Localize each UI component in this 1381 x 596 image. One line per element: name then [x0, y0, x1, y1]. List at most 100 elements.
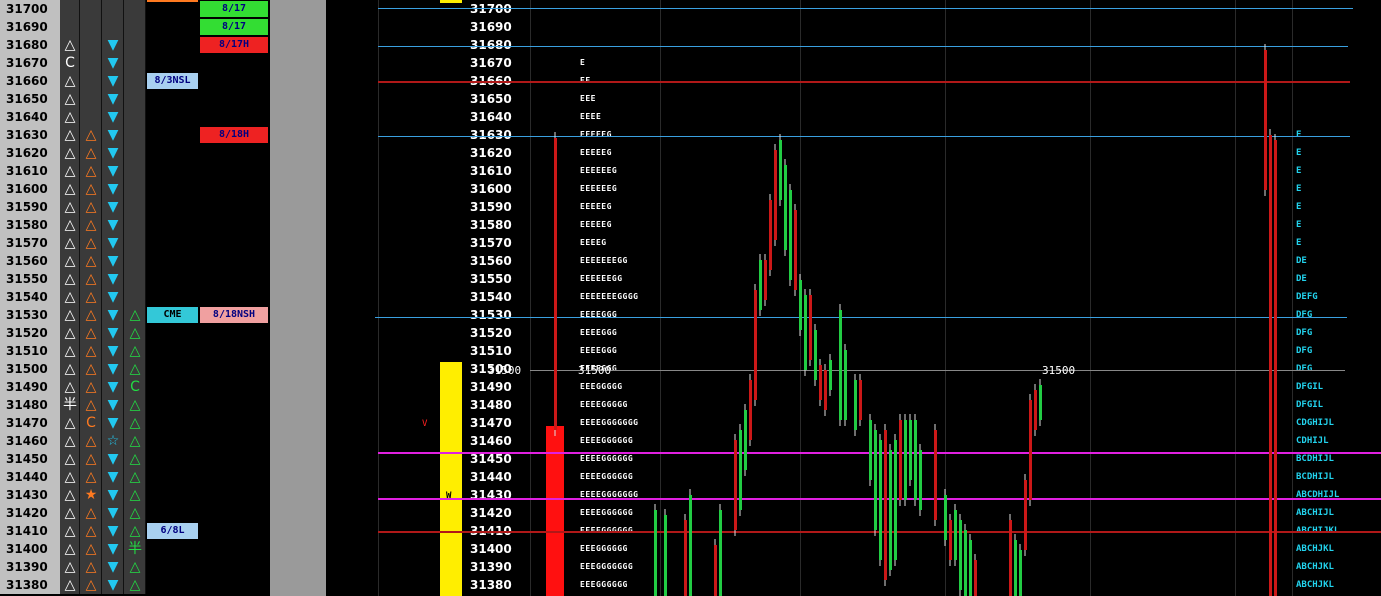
tpo-letters-right: DFG — [1296, 364, 1313, 374]
level-tag: 8/17 — [200, 19, 268, 35]
signal-1-icon: △ — [64, 127, 76, 143]
signal-1-icon — [60, 0, 80, 18]
price-row: 31650 △ ▼ 31650 EEE — [0, 90, 1381, 108]
price-axis-label: 31460 — [0, 432, 60, 450]
tpo-letters-right: E — [1296, 238, 1302, 248]
tpo-letters-right: E — [1296, 130, 1302, 140]
price-axis-label: 31380 — [0, 576, 60, 594]
signal-1-icon: △ — [64, 577, 76, 593]
price-row: 31640 △ ▼ 31640 EEEE — [0, 108, 1381, 126]
price-axis-label: 31410 — [0, 522, 60, 540]
signal-4-icon — [125, 54, 145, 72]
tpo-letters-right: ABCDHIJL — [1296, 490, 1340, 500]
price-axis-label: 31570 — [0, 234, 60, 252]
signal-3-icon: ▼ — [107, 325, 119, 341]
signal-4-icon — [125, 108, 145, 126]
price-row: 31610 △ △ ▼ 31610 EEEEEEG E — [0, 162, 1381, 180]
tpo-letters: EEEEGGGGG — [580, 400, 628, 409]
tpo-letters: EEEEGGG — [580, 346, 618, 355]
tpo-letters: EEE — [580, 94, 596, 103]
profile-price-label: 31460 — [470, 434, 512, 448]
price-label-mid: 31500 — [578, 364, 612, 377]
signal-3-icon: ▼ — [107, 577, 119, 593]
signal-1-icon: △ — [64, 289, 76, 305]
signal-4-icon — [125, 162, 145, 180]
price-axis-label: 31540 — [0, 288, 60, 306]
price-row: 31600 △ △ ▼ 31600 EEEEEEG E — [0, 180, 1381, 198]
signal-1-icon: △ — [64, 559, 76, 575]
price-row: 31430 △ ★ ▼ △ 31430 EEEEGGGGGGG ABCDHIJL — [0, 486, 1381, 504]
profile-price-label: 31690 — [470, 20, 512, 34]
signal-4-icon — [125, 72, 145, 90]
signal-3-icon: ▼ — [107, 163, 119, 179]
signal-2-icon: △ — [85, 379, 97, 395]
signal-3-icon: ▼ — [107, 487, 119, 503]
signal-2-icon: △ — [85, 127, 97, 143]
tpo-letters-right: E — [1296, 166, 1302, 176]
level-line — [530, 370, 1345, 371]
price-row: 31670 C ▼ 31670 E — [0, 54, 1381, 72]
tpo-letters-right: ABCHJKL — [1296, 562, 1334, 572]
signal-4-icon: △ — [129, 559, 141, 575]
signal-3-icon: ▼ — [107, 559, 119, 575]
level-line — [375, 317, 1347, 318]
signal-2-icon — [81, 36, 101, 54]
price-row: 31480 半 △ ▼ △ 31480 EEEEGGGGG DFGIL — [0, 396, 1381, 414]
profile-price-label: 31650 — [470, 92, 512, 106]
signal-3-icon: ▼ — [107, 271, 119, 287]
signal-1-icon: △ — [64, 451, 76, 467]
marker-w: W — [446, 491, 452, 501]
signal-1-icon: △ — [64, 163, 76, 179]
level-tag: 8/18H — [200, 127, 268, 143]
signal-3-icon: ▼ — [107, 415, 119, 431]
signal-4-icon — [125, 90, 145, 108]
signal-3-icon: ▼ — [107, 181, 119, 197]
tpo-letters: EEEEGGGGGGG — [580, 490, 639, 499]
signal-1-icon: △ — [64, 271, 76, 287]
tpo-letters-right: DFGIL — [1296, 382, 1324, 392]
profile-price-label: 31380 — [470, 578, 512, 592]
signal-2-icon: △ — [85, 523, 97, 539]
signal-2-icon: △ — [85, 469, 97, 485]
signal-2-icon: △ — [85, 253, 97, 269]
price-axis-label: 31700 — [0, 0, 60, 18]
tpo-letters-right: DE — [1296, 256, 1307, 266]
price-axis-label: 31450 — [0, 450, 60, 468]
tpo-letters-right: DFG — [1296, 346, 1313, 356]
price-row: 31380 △ △ ▼ △ 31380 EEEGGGGGG ABCHJKL — [0, 576, 1381, 594]
signal-2-icon: △ — [85, 235, 97, 251]
tpo-letters: EEEEGGGGGG — [580, 472, 634, 481]
profile-price-label: 31670 — [470, 56, 512, 70]
price-axis-label: 31530 — [0, 306, 60, 324]
level-tag: 8/3NSL — [147, 73, 198, 89]
tpo-letters: EEEE — [580, 112, 602, 121]
signal-3-icon: ▼ — [107, 505, 119, 521]
price-axis-label: 31590 — [0, 198, 60, 216]
signal-3-icon: ▼ — [107, 451, 119, 467]
signal-3-icon: ▼ — [107, 523, 119, 539]
price-axis-label: 31660 — [0, 72, 60, 90]
signal-3-icon: ▼ — [107, 253, 119, 269]
profile-price-label: 31640 — [470, 110, 512, 124]
tpo-letters: EEEGGGGGG — [580, 580, 628, 589]
signal-4-icon — [125, 18, 145, 36]
signal-1-icon: △ — [64, 541, 76, 557]
signal-4-icon: △ — [129, 577, 141, 593]
level-line — [378, 531, 1381, 533]
price-axis-label: 31560 — [0, 252, 60, 270]
price-row: 31500 △ △ ▼ △ 31500 EEEEGGG DFG — [0, 360, 1381, 378]
tpo-letters-right: DFG — [1296, 328, 1313, 338]
tpo-letters: EEEGGGGG — [580, 382, 623, 391]
profile-price-label: 31390 — [470, 560, 512, 574]
signal-2-icon: △ — [85, 307, 97, 323]
level-line — [378, 81, 1350, 83]
signal-1-icon: △ — [64, 253, 76, 269]
signal-3-icon: ▼ — [107, 55, 119, 71]
price-row: 31530 △ △ ▼ △ 31530 EEEEGGG DFG CME 8/18N… — [0, 306, 1381, 324]
price-row: 31570 △ △ ▼ 31570 EEEEG E — [0, 234, 1381, 252]
signal-4-icon: △ — [129, 361, 141, 377]
signal-1-icon: △ — [64, 235, 76, 251]
signal-1-icon: △ — [64, 469, 76, 485]
price-row: 31490 △ △ ▼ C 31490 EEEGGGGG DFGIL — [0, 378, 1381, 396]
price-axis-label: 31470 — [0, 414, 60, 432]
